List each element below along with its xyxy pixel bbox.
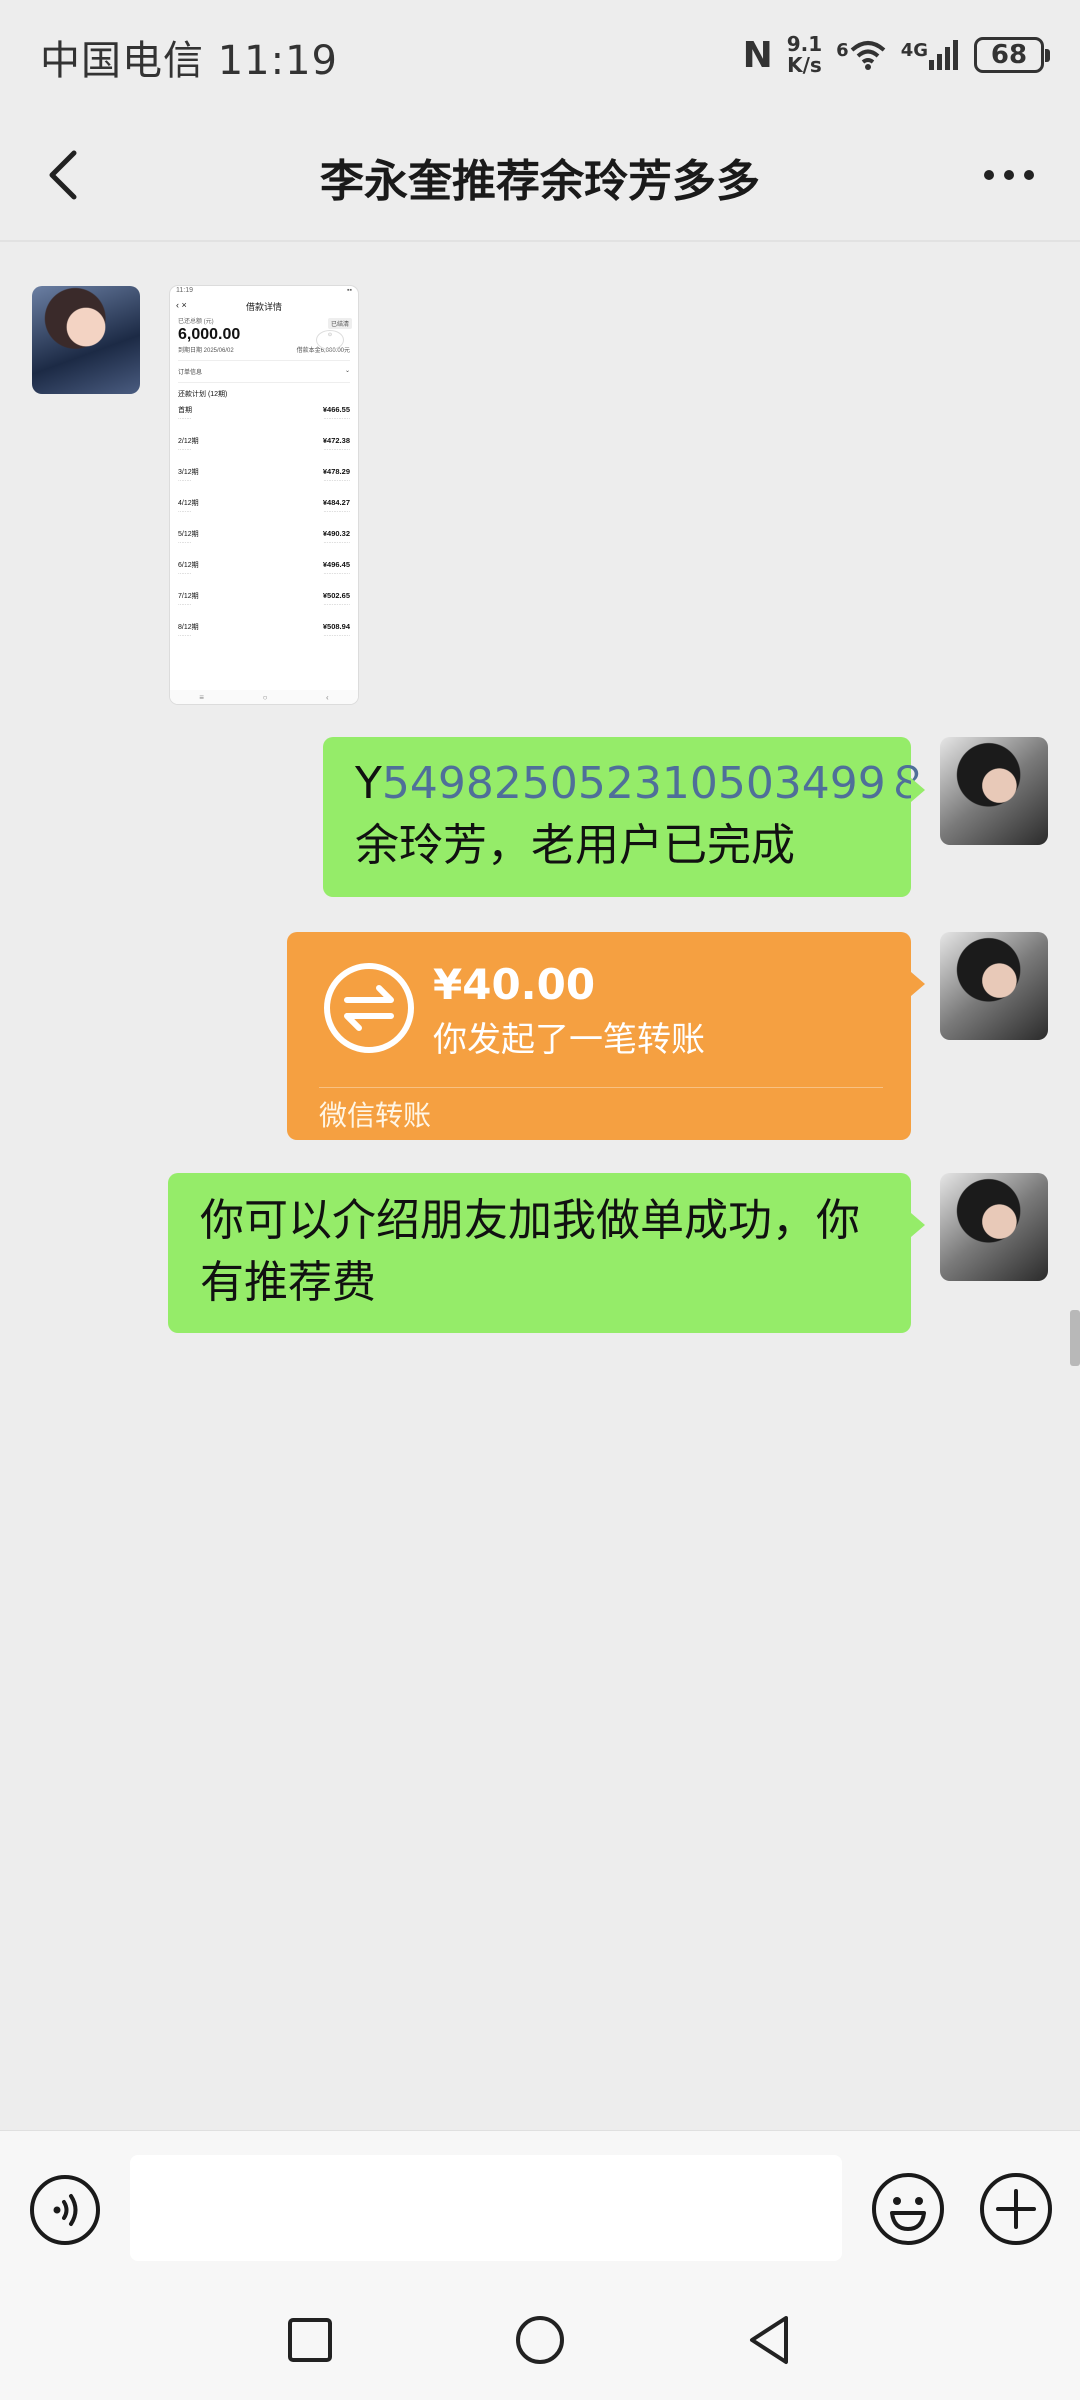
avatar-self[interactable] [940,932,1048,1040]
transfer-footer: 微信转账 [319,1099,432,1132]
transfer-card[interactable]: ¥40.00 你发起了一笔转账 微信转账 [287,932,911,1140]
list-item: 7/12期 ········ ¥502.65 ················ [178,591,350,608]
list-item: 3/12期 ········ ¥478.29 ················ [178,467,350,484]
triangle-back-icon [750,2316,788,2364]
recent-apps-button[interactable] [280,2310,340,2370]
header-divider [0,240,1080,242]
system-nav-bar [0,2280,1080,2400]
text-message-bubble[interactable]: Y549825052310503499８ 余玲芳，老用户已完成 [323,737,930,897]
mini-nav: ≡ ○ ‹ [170,690,358,704]
chat-header: 李永奎推荐余玲芳多多 [0,115,1080,240]
speed-unit: K/s [787,53,822,77]
more-button[interactable] [974,145,1044,205]
scroll-indicator[interactable] [1070,1310,1080,1366]
voice-icon [30,2175,100,2245]
plus-button[interactable] [978,2171,1054,2247]
circle-home-icon [516,2316,564,2364]
square-recent-icon [288,2318,332,2362]
cell-signal-icon: 4G [901,40,960,70]
avatar-self[interactable] [940,1173,1048,1281]
status-icons: N 9.1 K/s 6 4G 68 [742,30,1050,80]
message-link-number[interactable]: 549825052310503499８ [382,758,930,809]
emoji-icon [872,2173,944,2245]
message-line: 你可以介绍朋友加我做单成功，你 [200,1195,860,1246]
message-line: 余玲芳，老用户已完成 [355,820,795,871]
mini-tag: 已结清 [327,318,352,329]
message-line: 有推荐费 [200,1257,376,1308]
mini-screen-header: ‹ × 借款详情 [176,300,282,312]
battery-icon: 68 [974,37,1050,73]
list-item: 8/12期 ········ ¥508.94 ················ [178,622,350,639]
nav-back-button[interactable] [740,2310,800,2370]
status-bar: 中国电信 11:19 N 9.1 K/s 6 4G 68 [0,0,1080,115]
mini-plan-list: 首期 ········ ¥466.55 ················ 2/12期 ·… [170,401,358,649]
mini-stamp: ⊙ [316,330,344,350]
list-item: 5/12期 ········ ¥490.32 ················ [178,529,350,546]
mini-screen-title: 借款详情 [245,302,282,312]
list-item: 6/12期 ········ ¥496.45 ················ [178,560,350,577]
mini-plan-label: 还款计划 (12期) [178,391,228,398]
network-speed: 9.1 K/s [787,34,822,76]
list-item: 2/12期 ········ ¥472.38 ················ [178,436,350,453]
transfer-amount: ¥40.00 [433,960,596,1009]
wifi-icon: 6 [836,40,887,70]
message-prefix: Y [355,758,382,809]
transfer-divider [319,1087,883,1088]
list-item: 4/12期 ········ ¥484.27 ················ [178,498,350,515]
input-bar [0,2130,1080,2281]
avatar-self[interactable] [940,737,1048,845]
transfer-description: 你发起了一笔转账 [433,1020,705,1060]
plus-icon [980,2173,1052,2245]
more-dots-icon [984,170,1034,180]
transfer-arrows-icon [324,963,414,1053]
emoji-button[interactable] [870,2171,946,2247]
text-message-bubble[interactable]: 你可以介绍朋友加我做单成功，你 有推荐费 [168,1173,911,1333]
list-item: 首期 ········ ¥466.55 ················ [178,405,350,422]
nfc-icon: N [742,34,773,76]
mini-status-time: 11:19 [176,287,193,294]
message-input[interactable] [130,2155,842,2261]
avatar-contact[interactable] [32,286,140,394]
voice-button[interactable] [28,2173,102,2247]
image-message[interactable]: 11:19 ▪▪ ‹ × 借款详情 已结清 ⊙ 已还总额 (元) 6,000.00… [170,286,358,704]
carrier-time: 中国电信 11:19 [40,38,338,84]
home-button[interactable] [510,2310,570,2370]
chat-title: 李永奎推荐余玲芳多多 [320,156,760,207]
